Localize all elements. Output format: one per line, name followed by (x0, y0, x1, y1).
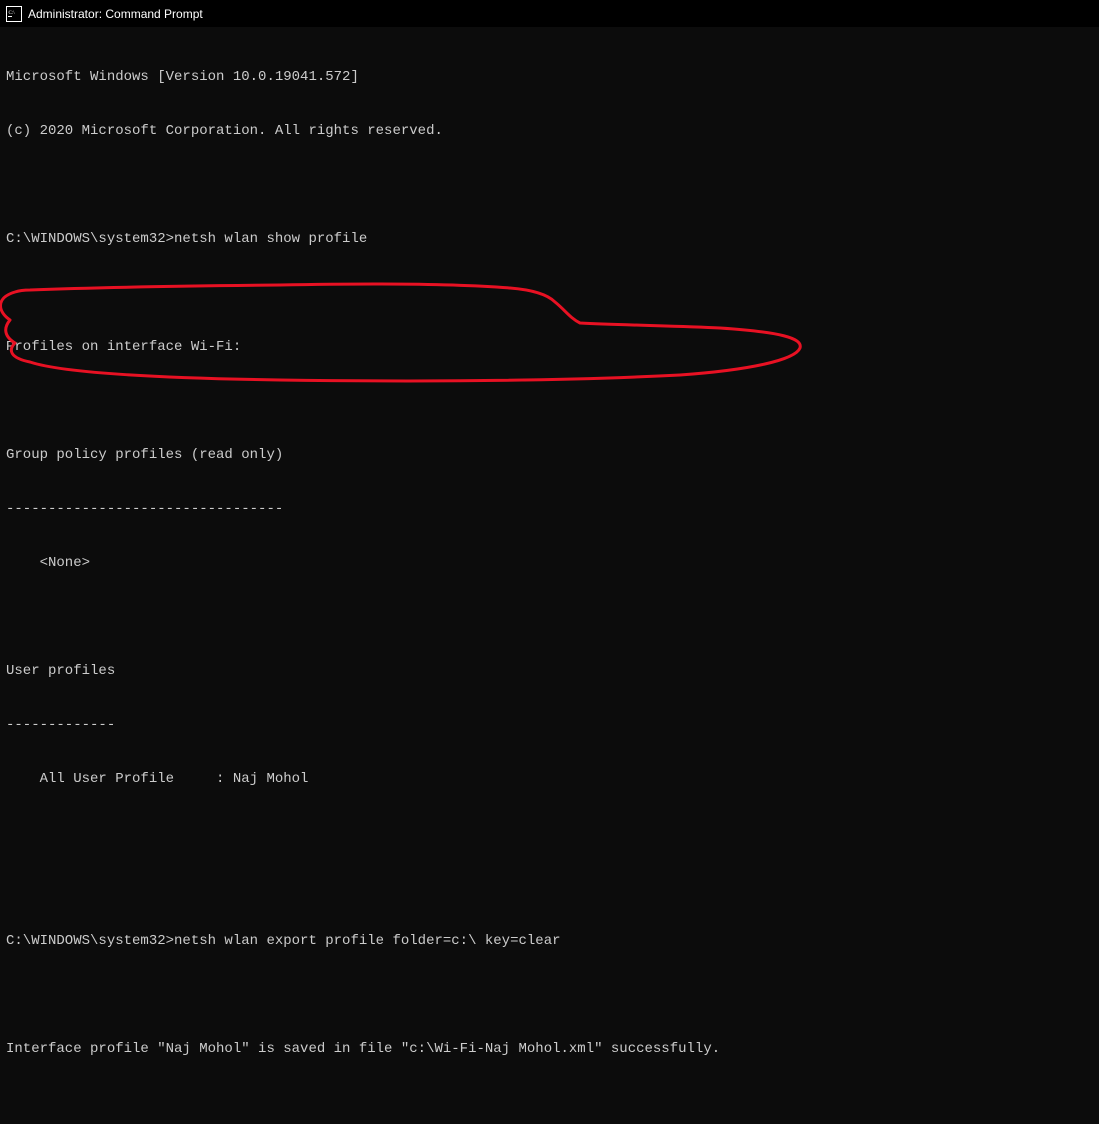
terminal-line: --------------------------------- (6, 500, 1093, 518)
terminal-line: <None> (6, 554, 1093, 572)
terminal-line (6, 176, 1093, 194)
window-title: Administrator: Command Prompt (28, 7, 203, 21)
terminal-line: (c) 2020 Microsoft Corporation. All righ… (6, 122, 1093, 140)
terminal-line: Group policy profiles (read only) (6, 446, 1093, 464)
terminal-line: Microsoft Windows [Version 10.0.19041.57… (6, 68, 1093, 86)
window-titlebar: C:\ Administrator: Command Prompt (0, 0, 1099, 28)
terminal-output[interactable]: Microsoft Windows [Version 10.0.19041.57… (0, 28, 1099, 1124)
terminal-line (6, 392, 1093, 410)
terminal-line (6, 986, 1093, 1004)
terminal-line: C:\WINDOWS\system32>netsh wlan show prof… (6, 230, 1093, 248)
terminal-line: Profiles on interface Wi-Fi: (6, 338, 1093, 356)
terminal-line: C:\WINDOWS\system32>netsh wlan export pr… (6, 932, 1093, 950)
terminal-line (6, 878, 1093, 896)
terminal-line: All User Profile : Naj Mohol (6, 770, 1093, 788)
cmd-icon: C:\ (6, 6, 22, 22)
terminal-line (6, 1094, 1093, 1112)
terminal-line: ------------- (6, 716, 1093, 734)
terminal-line (6, 608, 1093, 626)
terminal-line (6, 284, 1093, 302)
svg-text:C:\: C:\ (9, 11, 16, 16)
terminal-line (6, 824, 1093, 842)
terminal-line: Interface profile "Naj Mohol" is saved i… (6, 1040, 1093, 1058)
terminal-line: User profiles (6, 662, 1093, 680)
